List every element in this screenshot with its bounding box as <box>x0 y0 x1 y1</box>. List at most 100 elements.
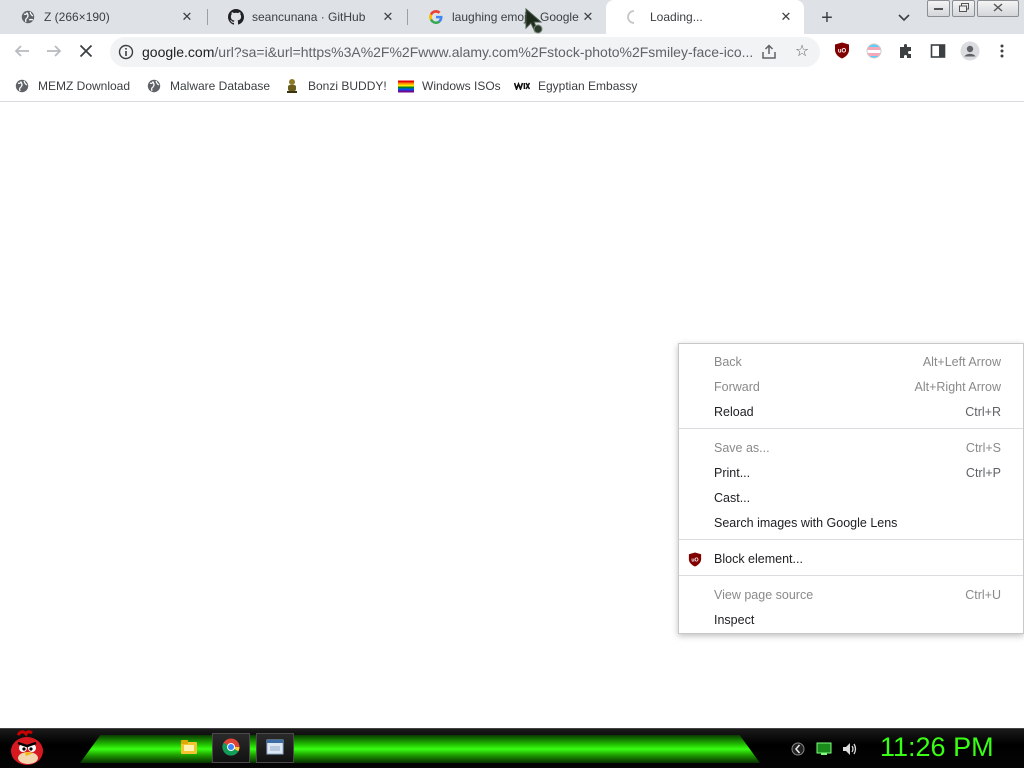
menu-item-back[interactable]: Back Alt+Left Arrow <box>679 350 1023 375</box>
extensions-button[interactable] <box>894 40 918 64</box>
bookmark-label: Bonzi BUDDY! <box>308 79 387 93</box>
menu-separator <box>679 575 1023 576</box>
taskbar-app-file-explorer[interactable] <box>170 733 208 763</box>
close-tab-icon[interactable]: ✕ <box>179 9 195 25</box>
trans-flag-icon <box>866 43 882 62</box>
menu-item-label: Search images with Google Lens <box>714 516 898 530</box>
chrome-icon <box>222 738 240 759</box>
arrow-right-icon <box>46 43 62 62</box>
arrow-left-icon <box>14 43 30 62</box>
rainbow-flag-icon <box>398 78 414 94</box>
tab-title: laughing emoji - Google <box>452 10 579 24</box>
flag-extension-button[interactable] <box>862 40 886 64</box>
chevron-down-icon <box>898 11 910 25</box>
puzzle-icon <box>898 43 914 62</box>
menu-item-shortcut: Alt+Left Arrow <box>922 355 1001 369</box>
side-panel-button[interactable] <box>926 40 950 64</box>
restore-icon <box>958 2 969 15</box>
menu-item-shortcut: Alt+Right Arrow <box>914 380 1002 394</box>
window-controls <box>927 0 1021 18</box>
tab-title: seancunana · GitHub <box>252 10 366 24</box>
stop-loading-button[interactable] <box>74 40 98 64</box>
menu-separator <box>679 428 1023 429</box>
profile-button[interactable] <box>958 40 982 64</box>
menu-item-block-element[interactable]: uO Block element... <box>679 547 1023 572</box>
globe-icon <box>20 9 36 25</box>
tab-title: Z (266×190) <box>44 10 110 24</box>
menu-item-label: Print... <box>714 466 751 480</box>
bookmarks-bar: MEMZ Download Malware Database Bonzi BUD… <box>0 70 1024 102</box>
taskbar-app-chrome[interactable] <box>212 733 250 763</box>
menu-item-shortcut: Ctrl+R <box>965 405 1001 419</box>
bookmark-bonzi-buddy[interactable]: Bonzi BUDDY! <box>284 76 387 96</box>
bonzi-icon <box>284 78 300 94</box>
close-window-button[interactable] <box>977 0 1019 17</box>
bookmark-memz-download[interactable]: MEMZ Download <box>14 76 130 96</box>
svg-text:uO: uO <box>838 49 847 55</box>
tab-google-search[interactable]: laughing emoji - Google ✕ <box>408 0 606 34</box>
bookmark-star-icon[interactable]: ☆ <box>792 42 812 62</box>
github-icon <box>228 9 244 25</box>
close-tab-icon[interactable]: ✕ <box>778 9 794 25</box>
bookmark-windows-isos[interactable]: Windows ISOs <box>398 76 501 96</box>
svg-text:uO: uO <box>691 557 698 563</box>
bookmark-egyptian-embassy[interactable]: Egyptian Embassy <box>514 76 637 96</box>
close-tab-icon[interactable]: ✕ <box>380 9 396 25</box>
menu-item-inspect[interactable]: Inspect <box>679 608 1023 633</box>
menu-item-label: Back <box>714 355 742 369</box>
taskbar <box>0 728 1024 768</box>
menu-item-print[interactable]: Print... Ctrl+P <box>679 461 1023 486</box>
new-tab-button[interactable]: + <box>816 7 838 29</box>
menu-item-save-as[interactable]: Save as... Ctrl+S <box>679 436 1023 461</box>
bookmark-label: MEMZ Download <box>38 79 131 93</box>
menu-item-shortcut: Ctrl+P <box>965 466 1001 480</box>
network-icon[interactable] <box>816 741 832 757</box>
menu-item-reload[interactable]: Reload Ctrl+R <box>679 400 1023 425</box>
more-vertical-icon <box>1000 44 1004 61</box>
menu-item-cast[interactable]: Cast... <box>679 486 1023 511</box>
back-button[interactable] <box>10 40 34 64</box>
close-tab-icon[interactable]: ✕ <box>580 9 596 25</box>
taskbar-clock[interactable]: 11:26 PM <box>880 732 994 763</box>
menu-separator <box>679 539 1023 540</box>
menu-item-shortcut: Ctrl+S <box>965 441 1001 455</box>
angry-bird-icon <box>8 730 48 768</box>
start-button[interactable] <box>8 729 48 767</box>
menu-item-label: Forward <box>714 380 760 394</box>
bookmark-label: Windows ISOs <box>422 79 501 93</box>
tab-search-button[interactable] <box>894 8 914 28</box>
ublock-origin-button[interactable]: uO <box>830 40 854 64</box>
info-icon[interactable] <box>118 44 134 60</box>
tab-title: Loading... <box>650 10 703 24</box>
minimize-icon <box>934 3 943 14</box>
share-icon[interactable] <box>760 43 778 61</box>
bookmark-label: Egyptian Embassy <box>538 79 638 93</box>
address-bar[interactable]: google.com/url?sa=i&url=https%3A%2F%2Fww… <box>110 37 820 67</box>
tab-loading[interactable]: Loading... ✕ <box>606 0 804 34</box>
mouse-cursor-icon <box>525 7 547 36</box>
url-host: google.com <box>142 44 215 60</box>
tab-github[interactable]: seancunana · GitHub ✕ <box>208 0 406 34</box>
tray-app-icon[interactable] <box>790 741 806 757</box>
forward-button[interactable] <box>42 40 66 64</box>
restore-button[interactable] <box>952 0 975 17</box>
menu-item-view-source[interactable]: View page source Ctrl+U <box>679 583 1023 608</box>
bookmark-malware-database[interactable]: Malware Database <box>146 76 270 96</box>
tab-strip: Z (266×190) ✕ seancunana · GitHub ✕ laug… <box>0 0 1024 34</box>
volume-icon[interactable] <box>842 741 858 757</box>
globe-icon <box>146 78 162 94</box>
close-icon <box>79 44 93 61</box>
taskbar-app-window[interactable] <box>256 733 294 763</box>
menu-item-forward[interactable]: Forward Alt+Right Arrow <box>679 375 1023 400</box>
bookmark-label: Malware Database <box>170 79 271 93</box>
menu-item-google-lens[interactable]: Search images with Google Lens <box>679 511 1023 536</box>
menu-item-label: Block element... <box>714 552 803 566</box>
chrome-menu-button[interactable] <box>990 40 1014 64</box>
close-icon <box>993 2 1003 15</box>
tab-z-image[interactable]: Z (266×190) ✕ <box>0 0 205 34</box>
side-panel-icon <box>930 43 946 62</box>
menu-item-label: View page source <box>714 588 814 602</box>
context-menu: Back Alt+Left Arrow Forward Alt+Right Ar… <box>678 343 1024 634</box>
folder-icon <box>180 739 198 758</box>
minimize-button[interactable] <box>927 0 950 17</box>
